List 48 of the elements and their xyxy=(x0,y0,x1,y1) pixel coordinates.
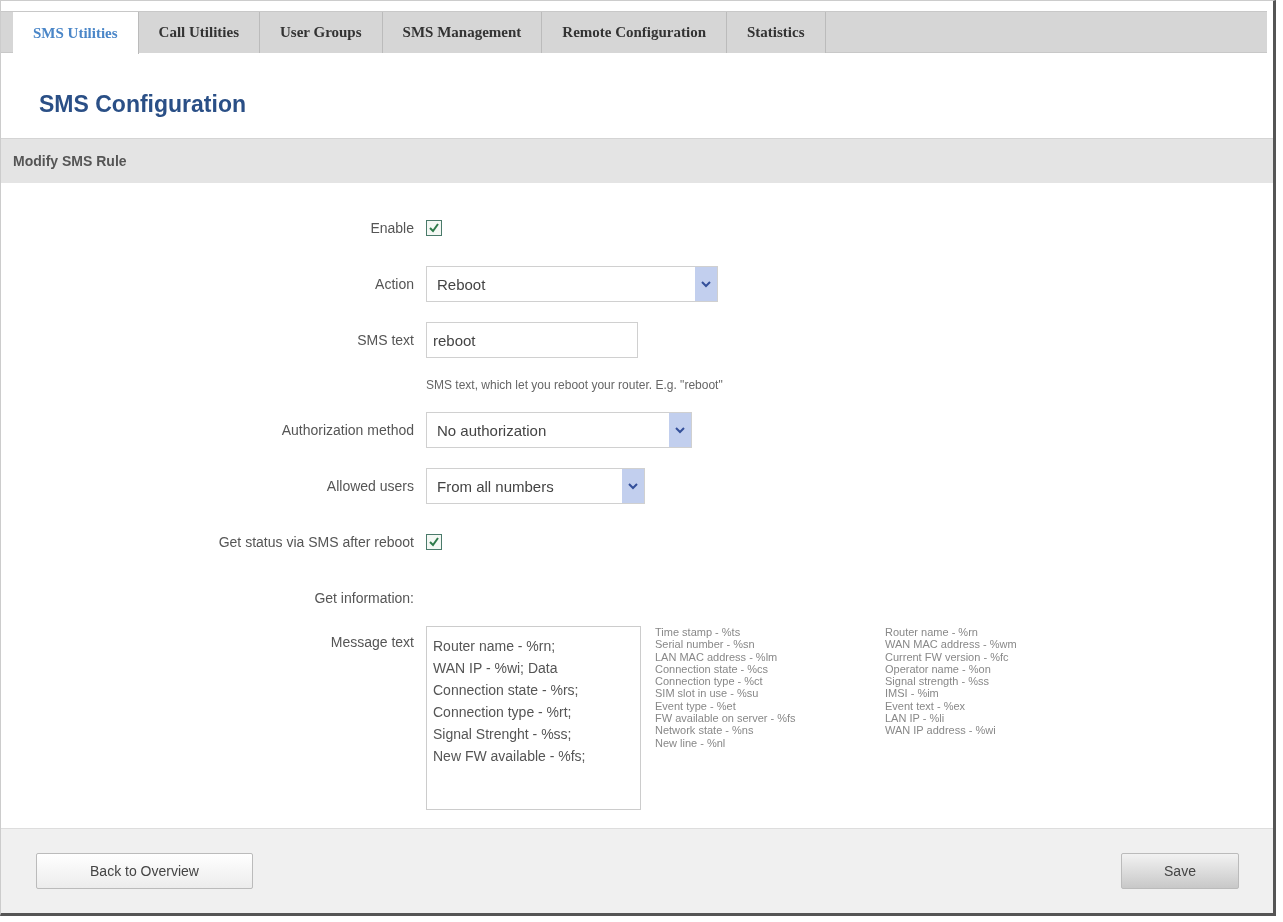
variable-hint: WAN MAC address - %wm xyxy=(885,638,1018,651)
variable-hint: Serial number - %sn xyxy=(655,638,756,651)
variable-hint: Event text - %ex xyxy=(885,699,967,713)
variable-hint: Current FW version - %fc xyxy=(885,650,1010,663)
variable-hint: WAN IP address - %wi xyxy=(885,724,997,737)
page-title: SMS Configuration xyxy=(39,91,247,119)
select-field[interactable]: From all numbers xyxy=(426,468,645,504)
save-button[interactable]: Save xyxy=(1121,853,1239,889)
variable-hint: SIM slot in use - %su xyxy=(655,687,760,700)
variable-hint: Network state - %ns xyxy=(655,724,755,737)
variable-hint: Time stamp - %ts xyxy=(655,626,742,639)
variable-hint: Operator name - %on xyxy=(885,662,992,676)
variable-hint: Router name - %rn xyxy=(885,626,979,639)
variable-hint: LAN MAC address - %lm xyxy=(655,650,779,663)
field-label: Allowed users xyxy=(325,478,414,494)
variable-hint: Signal strength - %ss xyxy=(885,675,990,688)
variable-hint: FW available on server - %fs xyxy=(655,712,797,725)
caret-icon xyxy=(669,413,691,447)
variable-hint: Connection type - %ct xyxy=(655,675,764,688)
variable-hint: Event type - %et xyxy=(655,699,737,713)
variable-hint: New line - %nl xyxy=(655,736,727,749)
select-field[interactable]: Reboot xyxy=(426,266,718,302)
caret-icon xyxy=(695,267,717,301)
caret-icon xyxy=(622,469,644,503)
back-button[interactable]: Back to Overview xyxy=(36,853,253,889)
field-label: Get status via SMS after reboot xyxy=(217,534,414,550)
field-label: Action xyxy=(374,276,414,292)
field-label: Get information: xyxy=(313,590,414,606)
variable-hint: IMSI - %im xyxy=(885,687,940,700)
hint-text: SMS text, which let you reboot your router. E.g. "reboot" xyxy=(426,378,724,392)
tab[interactable]: SMS Utilities xyxy=(13,12,139,54)
variable-hint: LAN IP - %li xyxy=(885,712,946,725)
input-field[interactable]: reboot xyxy=(426,322,638,358)
checkbox[interactable] xyxy=(426,220,442,236)
tab[interactable]: Statistics xyxy=(727,12,826,53)
tab[interactable]: Call Utilities xyxy=(138,12,260,53)
field-label: SMS text xyxy=(356,332,414,348)
checkbox[interactable] xyxy=(426,534,442,550)
section-title: Modify SMS Rule xyxy=(13,153,127,169)
tab[interactable]: User Groups xyxy=(260,12,383,53)
field-label: Authorization method xyxy=(280,422,414,438)
field-label: Enable xyxy=(369,220,414,236)
message-textarea[interactable]: Router name - %rn; WAN IP - %wi; Data Connection state - %rs; Connection type - %rt; Signal Strenght - %ss; New FW available - %fs; xyxy=(426,626,641,810)
field-label: Message text xyxy=(329,633,414,650)
variable-hint: Connection state - %cs xyxy=(655,662,770,676)
tab[interactable]: Remote Configuration xyxy=(542,12,728,53)
select-field[interactable]: No authorization xyxy=(426,412,692,448)
tab[interactable]: SMS Management xyxy=(382,12,543,53)
